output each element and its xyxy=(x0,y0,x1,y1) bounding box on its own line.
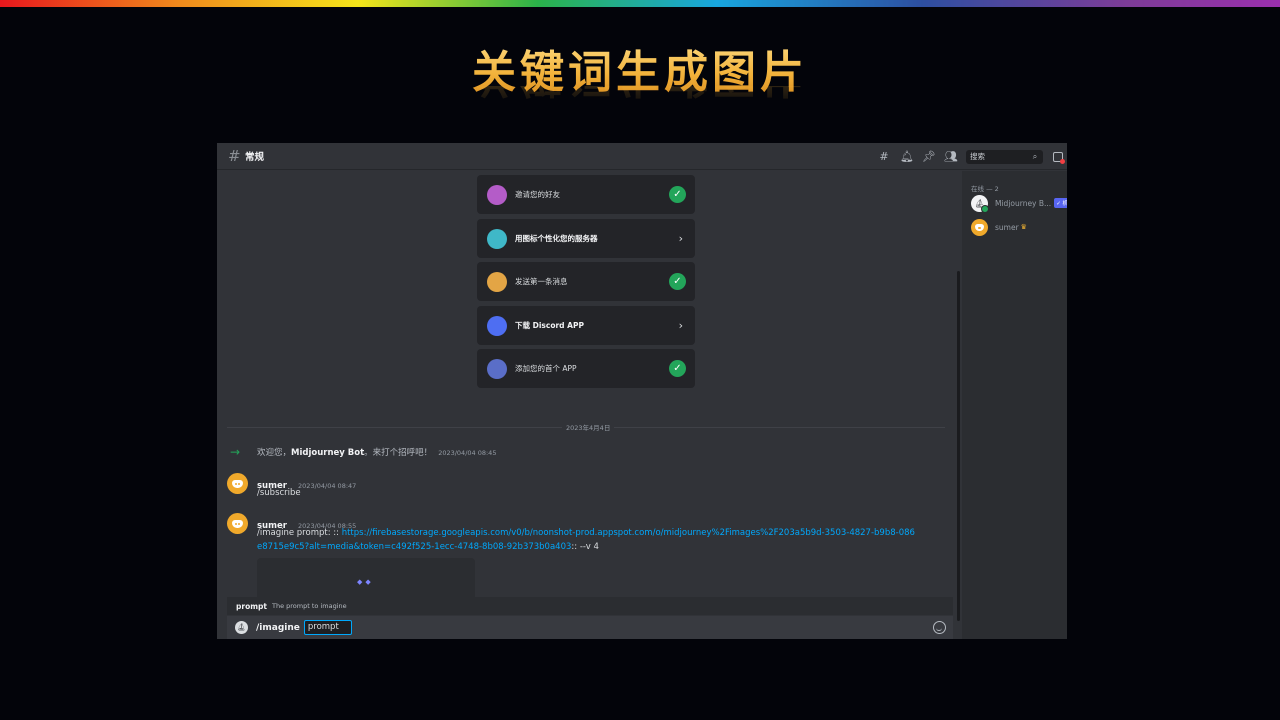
search-icon: ⌕ xyxy=(1032,151,1038,161)
message-item: sumer 2023/04/04 08:47 /subscribe xyxy=(227,473,947,503)
header-toolbar: # 🔔︎ 📌︎ 👥︎ ⌕ xyxy=(878,143,1065,170)
send-message-icon xyxy=(487,271,507,292)
bell-icon[interactable]: 🔔︎ xyxy=(900,150,914,163)
onboarding-label: 用图标个性化您的服务器 xyxy=(515,234,598,243)
join-arrow-icon: → xyxy=(230,445,241,459)
chat-area[interactable]: 邀请您的好友 ✓ 用图标个性化您的服务器 › 发送第一条消息 ✓ 下载 Disc… xyxy=(217,171,961,639)
command-option-hint[interactable]: prompt The prompt to imagine xyxy=(227,597,953,615)
search-input[interactable] xyxy=(970,152,1026,161)
rainbow-stripe xyxy=(0,0,1280,7)
inbox-icon[interactable] xyxy=(1053,151,1065,164)
loading-dots-icon: ◆◆ xyxy=(357,578,374,586)
checkmark-icon: ✓ xyxy=(669,360,686,377)
message-text: /subscribe xyxy=(257,488,301,498)
threads-icon[interactable]: # xyxy=(878,150,890,163)
date-label: 2023年4月4日 xyxy=(562,422,615,432)
members-icon[interactable]: 👥︎ xyxy=(944,150,958,163)
crown-icon: ♛ xyxy=(1020,223,1027,231)
discord-logo-icon xyxy=(232,519,243,528)
hash-icon: # xyxy=(228,147,241,165)
member-list: 在线 — 2 ⛵︎ Midjourney B... ✓ 机器人 sumer ♛ xyxy=(962,171,1067,639)
download-app-icon xyxy=(487,315,507,336)
member-name: sumer xyxy=(995,222,1019,232)
join-message: 欢迎您，Midjourney Bot。来打个招呼吧！ 2023/04/04 08:… xyxy=(257,448,497,458)
avatar[interactable] xyxy=(227,513,248,534)
timestamp: 2023/04/04 08:45 xyxy=(438,449,497,457)
option-name: prompt xyxy=(236,601,267,611)
slash-command: /imagine xyxy=(256,622,300,633)
message-item: sumer 2023/04/04 08:55 /imagine prompt: … xyxy=(227,513,947,557)
member-item[interactable]: ⛵︎ Midjourney B... ✓ 机器人 xyxy=(971,194,1067,213)
avatar[interactable] xyxy=(227,473,248,494)
onboarding-label: 下载 Discord APP xyxy=(515,321,584,330)
chevron-right-icon: › xyxy=(678,232,683,245)
bot-avatar-icon: ⛵︎ xyxy=(235,621,248,634)
onboarding-label: 添加您的首个 APP xyxy=(515,364,577,373)
onboarding-card-add-app[interactable]: 添加您的首个 APP ✓ xyxy=(477,349,695,388)
emoji-icon[interactable] xyxy=(933,621,946,634)
member-name: Midjourney B... xyxy=(995,198,1052,208)
add-app-icon xyxy=(487,358,507,379)
onboarding-card-invite[interactable]: 邀请您的好友 ✓ xyxy=(477,175,695,214)
checkmark-icon: ✓ xyxy=(669,273,686,290)
onboarding-label: 发送第一条消息 xyxy=(515,277,568,286)
onboarding-card-download[interactable]: 下载 Discord APP › xyxy=(477,306,695,345)
onboarding-label: 邀请您的好友 xyxy=(515,190,560,199)
invite-friends-icon xyxy=(487,184,507,205)
join-username[interactable]: Midjourney Bot xyxy=(291,448,364,458)
bot-avatar-icon: ⛵︎ xyxy=(971,194,989,213)
checkmark-icon: ✓ xyxy=(669,186,686,203)
online-header: 在线 — 2 xyxy=(971,185,999,193)
personalize-server-icon xyxy=(487,228,507,249)
slide-title-reflection: 关键词生成图片 xyxy=(0,86,1280,112)
chevron-right-icon: › xyxy=(678,319,683,332)
discord-logo-icon xyxy=(232,479,243,488)
channel-name: 常规 xyxy=(245,152,265,163)
onboarding-card-message[interactable]: 发送第一条消息 ✓ xyxy=(477,262,695,301)
message-text: /imagine prompt: :: https://firebasestor… xyxy=(257,528,915,552)
onboarding-card-icon[interactable]: 用图标个性化您的服务器 › xyxy=(477,219,695,258)
message-composer[interactable]: ⛵︎ /imagine prompt xyxy=(227,616,953,639)
chat-scrollbar[interactable] xyxy=(957,271,960,621)
option-description: The prompt to imagine xyxy=(272,602,347,610)
member-item[interactable]: sumer ♛ xyxy=(971,218,1067,236)
prompt-option-input[interactable]: prompt xyxy=(303,620,352,635)
discord-window: # 常规 # 🔔︎ 📌︎ 👥︎ ⌕ 邀请您的好友 ✓ 用图标个性化您的服务器 › xyxy=(217,143,1067,639)
search-box[interactable]: ⌕ xyxy=(966,149,1043,164)
avatar xyxy=(971,218,988,236)
pin-icon[interactable]: 📌︎ xyxy=(922,150,936,163)
discord-logo-icon xyxy=(975,223,984,231)
channel-header: # 常规 # 🔔︎ 📌︎ 👥︎ ⌕ xyxy=(217,143,1067,170)
bot-badge: ✓ 机器人 xyxy=(1054,198,1067,208)
